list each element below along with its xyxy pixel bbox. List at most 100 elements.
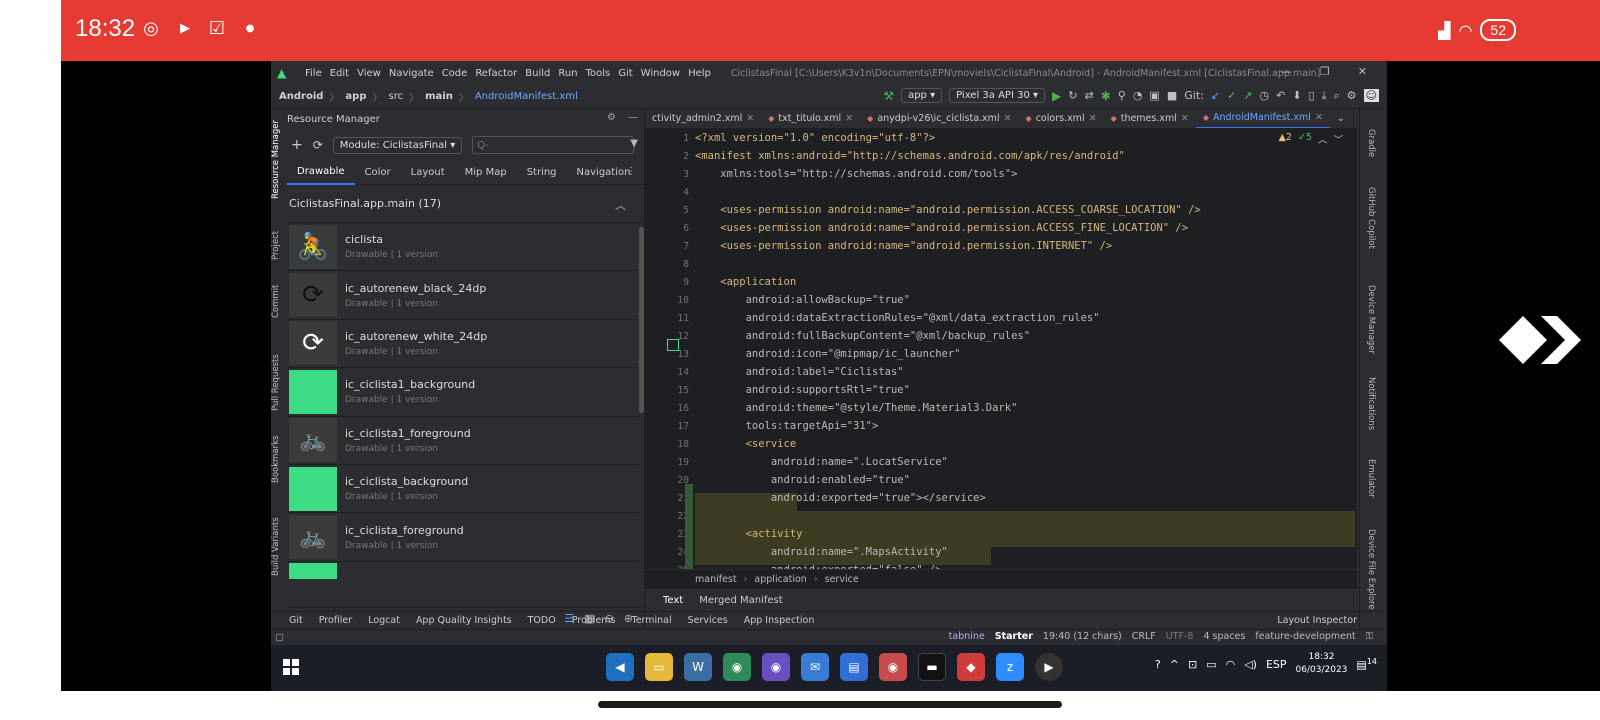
rollback-icon[interactable]: ↶	[1276, 89, 1285, 102]
launcher-icon-preview[interactable]	[667, 339, 679, 351]
crumb-manifest[interactable]: manifest	[695, 574, 737, 585]
attach-icon[interactable]: ⚲	[1118, 89, 1126, 102]
breadcrumb-src[interactable]: src	[388, 91, 403, 102]
scrollbar[interactable]	[639, 227, 644, 413]
restore-icon[interactable]: ❐	[1320, 65, 1330, 78]
coverage-icon[interactable]: ▣	[1149, 89, 1159, 102]
cursor-position[interactable]: 19:40 (12 chars)	[1043, 631, 1122, 642]
tool-device-file-explorer[interactable]: Device File Explore	[1366, 529, 1376, 610]
stop-icon[interactable]: ■	[1167, 89, 1177, 102]
list-item[interactable]: ic_ciclista_background Drawable | 1 versi…	[287, 465, 637, 514]
list-item[interactable]: ⟳ ic_autorenew_black_24dp Drawable | 1 ve…	[287, 271, 637, 320]
hammer-icon[interactable]: ⚒	[883, 89, 894, 103]
tab-android-manifest[interactable]: ◆ AndroidManifest.xml ✕	[1195, 109, 1330, 128]
tab-drawable[interactable]: Drawable	[287, 161, 355, 185]
list-item[interactable]: 🚲 ic_ciclista1_foreground Drawable | 1 ve…	[287, 417, 637, 465]
breadcrumb-app[interactable]: app	[345, 91, 366, 102]
device-select[interactable]: Pixel 3a API 30 ▾	[949, 88, 1046, 103]
resource-group-header[interactable]: CiclistasFinal.app.main (17) ︿	[287, 185, 644, 223]
notifications-icon[interactable]: ▤14	[1356, 657, 1377, 672]
filter-icon[interactable]: ▼	[630, 138, 638, 149]
tabs-more-icon[interactable]: ⋮	[1352, 109, 1357, 128]
debug-icon[interactable]: ✱	[1101, 89, 1111, 103]
tab-layout[interactable]: Layout	[401, 162, 455, 184]
gesture-nav-pill[interactable]	[598, 701, 1062, 708]
settings-icon[interactable]: ⚙	[1347, 89, 1357, 102]
sdk-manager-icon[interactable]: ⬇	[1292, 89, 1301, 102]
close-icon[interactable]: ✕	[1358, 65, 1367, 78]
anydesk-icon[interactable]: ◆	[957, 653, 985, 681]
battery-icon[interactable]: ▭	[1206, 658, 1216, 671]
toolwin-problems[interactable]: Problems	[572, 615, 616, 626]
toolwin-services[interactable]: Services	[688, 615, 728, 626]
toolwin-logcat[interactable]: Logcat	[368, 615, 400, 626]
menu-file[interactable]: File	[305, 68, 322, 79]
network-icon[interactable]: ⊡	[1188, 658, 1197, 671]
tab-activity-admin2[interactable]: ctivity_admin2.xml ✕	[645, 109, 761, 128]
file-encoding[interactable]: UTF-8	[1166, 631, 1194, 642]
file-explorer-icon[interactable]: ▭	[645, 653, 673, 681]
inspection-widget[interactable]: ▲2 ✓5 ︿ ﹀	[1279, 132, 1343, 146]
toolwin-app-inspection[interactable]: App Inspection	[744, 615, 815, 626]
help-icon[interactable]: ?	[1155, 658, 1161, 671]
tool-device-manager[interactable]: Device Manager	[1366, 285, 1376, 354]
sync-icon[interactable]: ⤓	[1322, 89, 1327, 103]
tool-pull-requests[interactable]: Pull Requests	[271, 347, 287, 419]
menu-code[interactable]: Code	[442, 68, 468, 79]
resource-search-input[interactable]	[472, 136, 635, 154]
tab-mipmap[interactable]: Mip Map	[455, 162, 517, 184]
chevron-up-icon[interactable]: ︿	[1318, 132, 1328, 146]
vscode-icon[interactable]: ◀	[606, 653, 634, 681]
tool-project[interactable]: Project	[271, 225, 287, 265]
breadcrumb-main[interactable]: main	[425, 91, 453, 102]
lock-icon[interactable]: ⚿	[1366, 631, 1373, 642]
run-config-select[interactable]: app ▾	[901, 88, 943, 103]
tab-themes[interactable]: ◆ themes.xml ✕	[1104, 109, 1196, 128]
apply-code-icon[interactable]: ⇄	[1084, 89, 1093, 102]
tool-github-copilot[interactable]: GitHub Copilot	[1366, 187, 1376, 249]
tool-emulator[interactable]: Emulator	[1366, 459, 1376, 498]
toolwin-git[interactable]: Git	[289, 615, 303, 626]
menu-tools[interactable]: Tools	[586, 68, 611, 79]
menu-help[interactable]: Help	[688, 68, 711, 79]
breadcrumb-android[interactable]: Android	[279, 91, 323, 102]
store-icon[interactable]: ▤	[840, 653, 868, 681]
toolwin-app-quality-insights[interactable]: App Quality Insights	[416, 615, 512, 626]
toolwin-layout-inspector[interactable]: Layout Inspector	[1277, 615, 1357, 626]
git-history-icon[interactable]: ◷	[1260, 89, 1270, 102]
tool-commit[interactable]: Commit	[271, 281, 287, 321]
tab-color[interactable]: Color	[355, 162, 401, 184]
menu-build[interactable]: Build	[525, 68, 550, 79]
word-icon[interactable]: W	[684, 653, 712, 681]
list-item[interactable]: ic_ciclista1_background Drawable | 1 vers…	[287, 368, 637, 417]
tool-bookmarks[interactable]: Bookmarks	[271, 431, 287, 487]
tool-gradle[interactable]: Gradle	[1366, 129, 1376, 157]
clock[interactable]: 18:32 06/03/2023	[1296, 651, 1348, 677]
terminal-icon[interactable]: ▬	[918, 653, 946, 681]
tool-notifications[interactable]: Notifications	[1366, 377, 1376, 430]
list-item[interactable]: 🚴 ciclista Drawable | 1 version	[287, 223, 637, 272]
panel-minimize-icon[interactable]: —	[628, 112, 638, 123]
git-branch[interactable]: feature-development	[1255, 631, 1355, 642]
menu-refactor[interactable]: Refactor	[475, 68, 517, 79]
git-commit-icon[interactable]: ✓	[1227, 89, 1236, 102]
chevron-down-icon[interactable]: ﹀	[1333, 132, 1343, 146]
git-update-icon[interactable]: ↙	[1211, 89, 1220, 102]
chrome-profile-icon[interactable]: ◉	[762, 653, 790, 681]
media-player-icon[interactable]: ▶	[1035, 653, 1063, 681]
chrome-dev-icon[interactable]: ◉	[879, 653, 907, 681]
toolwin-todo[interactable]: TODO	[528, 615, 556, 626]
list-item[interactable]: 🚲 ic_ciclista_foreground Drawable | 1 ver…	[287, 513, 637, 562]
tool-resource-manager[interactable]: Resource Manager	[271, 115, 287, 205]
windows-start-icon[interactable]	[283, 659, 299, 675]
list-item[interactable]: ⟳ ic_autorenew_white_24dp Drawable | 1 ve…	[287, 320, 637, 369]
git-push-icon[interactable]: ↗	[1243, 89, 1252, 102]
tab-string[interactable]: String	[517, 162, 567, 184]
module-select[interactable]: Module: CiclistasFinal ▾	[332, 136, 463, 154]
avatar-icon[interactable]: ☺	[1363, 89, 1379, 102]
menu-edit[interactable]: Edit	[330, 68, 349, 79]
chrome-icon[interactable]: ◉	[723, 653, 751, 681]
add-resource-icon[interactable]: +	[291, 137, 303, 153]
tab-colors[interactable]: ◆ colors.xml ✕	[1019, 109, 1104, 128]
line-separator[interactable]: CRLF	[1132, 631, 1156, 642]
